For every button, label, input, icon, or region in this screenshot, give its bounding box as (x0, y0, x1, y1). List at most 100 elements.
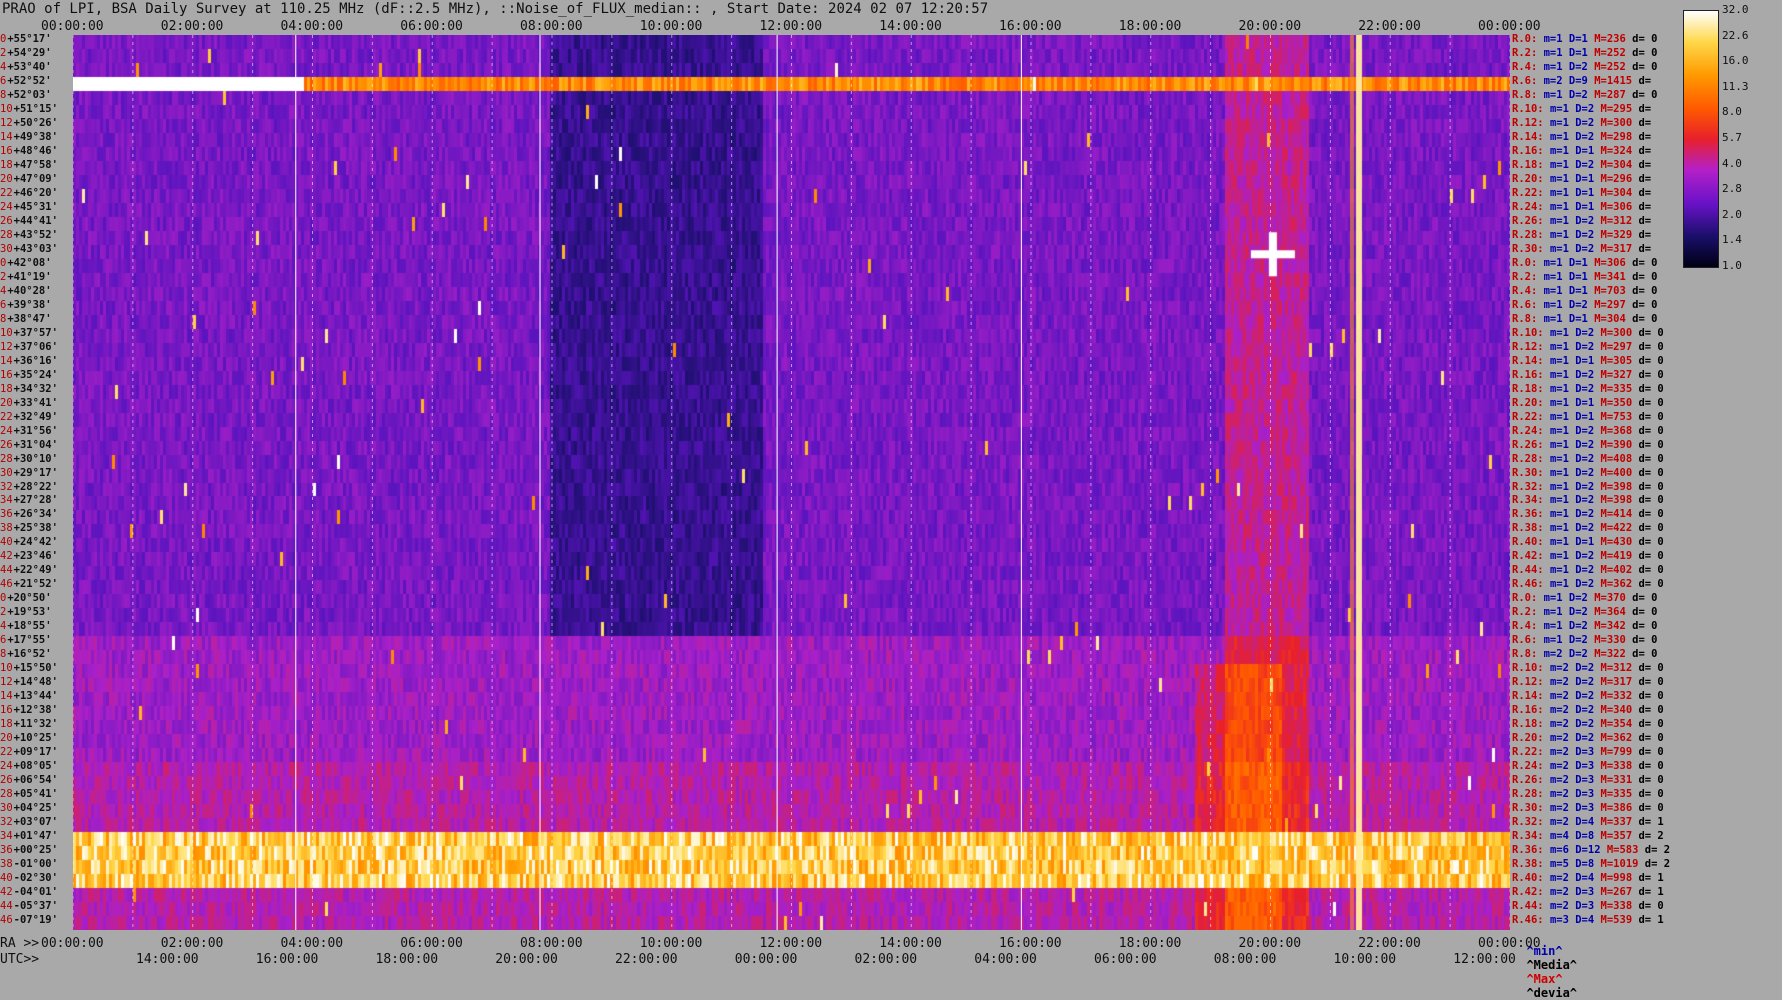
beam-index: 6 (0, 634, 7, 647)
row-stat-r: R.0: (1512, 33, 1544, 45)
row-stat-m: m=1 (1549, 158, 1576, 171)
row-stat-r: R.14: (1512, 130, 1550, 143)
row-stat-d: D=2 (1575, 228, 1601, 241)
colorbar-tick: 11.3 (1722, 79, 1749, 93)
row-stat: R.38: m=5 D=8 M=1019 d= 2 (1512, 858, 1676, 870)
row-stat-m: m=1 (1543, 88, 1569, 101)
declination-label: 2+54°29' (0, 47, 52, 59)
top-axis-tick: 12:00:00 (759, 19, 823, 34)
row-stat-r: R.0: (1512, 256, 1544, 269)
row-stat-m: m=1 (1543, 33, 1569, 45)
row-stat-d: D=2 (1575, 382, 1601, 395)
beam-index: 28 (0, 452, 13, 465)
declination-value: +51°15' (13, 102, 58, 115)
colorbar-tick: 2.0 (1722, 207, 1742, 221)
declination-value: +55°17' (7, 33, 52, 45)
row-stat-d: D=2 (1575, 550, 1601, 563)
row-stat-d: D=1 (1575, 186, 1601, 199)
row-stat-mx: M=300 (1600, 326, 1639, 339)
row-stat-m: m=2 (1549, 774, 1576, 787)
top-axis-tick: 20:00:00 (1238, 19, 1302, 34)
row-stat-mx: M=539 (1600, 914, 1639, 927)
declination-value: +35°24' (13, 368, 58, 381)
row-stat-r: R.6: (1512, 298, 1544, 311)
declination-value: +06°54' (13, 774, 58, 787)
row-stat-r: R.28: (1512, 228, 1550, 241)
beam-index: 28 (0, 788, 13, 801)
row-stat: R.28: m=1 D=2 M=408 d= 0 (1512, 453, 1670, 465)
row-stat-r: R.40: (1512, 872, 1550, 885)
row-stat-mx: M=297 (1594, 298, 1633, 311)
declination-label: 14+36°16' (0, 355, 58, 367)
row-stat-m: m=6 (1549, 844, 1576, 857)
declination-label: 24+45°31' (0, 201, 58, 213)
row-stat-r: R.12: (1512, 676, 1550, 689)
utc-axis-tick: 14:00:00 (136, 952, 199, 967)
row-stat-m: m=1 (1549, 144, 1576, 157)
row-stat-dv: d= (1638, 200, 1658, 213)
row-stat-mx: M=297 (1600, 340, 1639, 353)
declination-value: +53°40' (7, 60, 52, 73)
row-stat-dv: d= 0 (1638, 438, 1671, 451)
row-stat-mx: M=1415 (1594, 74, 1639, 87)
colorbar-tick: 5.7 (1722, 131, 1742, 144)
row-stat: R.44: m=2 D=3 M=338 d= 0 (1512, 900, 1670, 912)
row-stat: R.26: m=1 D=2 M=390 d= 0 (1512, 439, 1670, 451)
row-stat-mx: M=362 (1600, 732, 1639, 745)
row-stat-r: R.32: (1512, 480, 1550, 493)
row-stat-m: m=5 (1549, 858, 1576, 871)
declination-label: 46-07°19' (0, 914, 58, 926)
row-stat-m: m=1 (1549, 480, 1576, 493)
row-stat-d: D=2 (1568, 298, 1595, 311)
heatmap-grid-overlay (73, 35, 1510, 930)
declination-label: 28+30°10' (0, 453, 58, 465)
utc-axis-tick: 08:00:00 (1213, 952, 1277, 967)
row-stat-m: m=1 (1543, 312, 1569, 325)
row-stat-mx: M=402 (1600, 564, 1639, 577)
declination-label: 28+05°41' (0, 788, 58, 800)
beam-index: 20 (0, 396, 13, 409)
beam-index: 40 (0, 872, 13, 885)
row-stat-r: R.4: (1512, 284, 1544, 297)
row-stat-d: D=4 (1575, 914, 1601, 927)
declination-value: +20°50' (7, 592, 52, 605)
row-stat-mx: M=390 (1600, 438, 1639, 451)
declination-label: 8+52°03' (0, 89, 52, 101)
beam-index: 16 (0, 368, 13, 381)
row-stat-mx: M=753 (1600, 410, 1639, 423)
row-stat-m: m=1 (1549, 522, 1576, 535)
row-stat-r: R.6: (1512, 634, 1544, 647)
row-stat-m: m=2 (1549, 732, 1576, 745)
declination-label: 36+26°34' (0, 508, 58, 520)
row-stat-dv: d= 0 (1632, 284, 1664, 297)
row-stat-d: D=3 (1575, 900, 1601, 913)
beam-index: 8 (0, 312, 7, 325)
row-stat-m: m=1 (1543, 60, 1569, 73)
row-stat-m: m=1 (1549, 326, 1576, 339)
row-stat-mx: M=357 (1600, 830, 1639, 843)
row-stat-dv: d= 0 (1638, 452, 1671, 465)
row-stat-d: D=2 (1575, 508, 1601, 521)
row-stat-dv: d= 0 (1638, 774, 1671, 787)
row-stat-r: R.26: (1512, 214, 1550, 227)
row-stat-mx: M=422 (1600, 522, 1639, 535)
row-stat: R.28: m=1 D=2 M=329 d= (1512, 229, 1657, 241)
beam-index: 30 (0, 802, 13, 815)
row-stat-dv: d= 0 (1638, 326, 1671, 339)
declination-label: 26+06°54' (0, 774, 58, 786)
declination-label: 4+18°55' (0, 620, 52, 632)
colorbar-tick: 4.0 (1722, 156, 1742, 170)
top-axis-tick: 22:00:00 (1358, 19, 1421, 34)
beam-index: 20 (0, 732, 13, 745)
row-stat-r: R.10: (1512, 662, 1550, 675)
row-stat-d: D=3 (1575, 788, 1601, 801)
row-stat-r: R.8: (1512, 312, 1544, 325)
row-stat-dv: d= 0 (1638, 550, 1671, 563)
row-stat-r: R.36: (1512, 508, 1550, 521)
row-stat: R.24: m=2 D=3 M=338 d= 0 (1512, 760, 1670, 772)
row-stat: R.12: m=1 D=2 M=297 d= 0 (1512, 341, 1670, 353)
row-stat-dv: d= 0 (1638, 368, 1671, 381)
row-stat-d: D=9 (1568, 74, 1595, 87)
row-stat-r: R.12: (1512, 116, 1550, 129)
row-stat: R.14: m=1 D=2 M=298 d= (1512, 131, 1657, 143)
